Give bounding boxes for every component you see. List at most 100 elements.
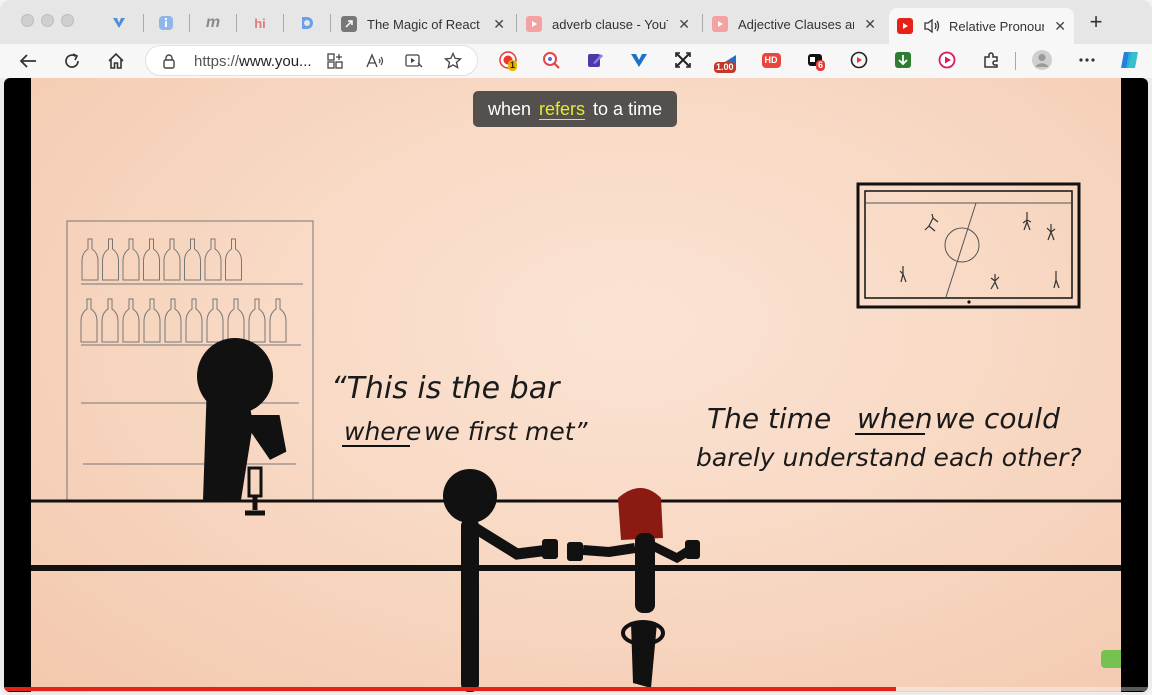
minimize-window-button[interactable] bbox=[41, 14, 54, 27]
bottle bbox=[225, 238, 242, 281]
notifications-extension[interactable]: 6 bbox=[805, 50, 826, 71]
close-tab-icon[interactable]: ✕ bbox=[678, 16, 690, 33]
home-icon bbox=[108, 52, 124, 69]
hd-extension[interactable]: HD bbox=[760, 50, 782, 70]
read-aloud-icon[interactable] bbox=[366, 52, 384, 70]
pen-note-icon bbox=[588, 54, 603, 67]
quote-line-2: we first met” bbox=[424, 417, 589, 446]
extensions-button[interactable] bbox=[981, 50, 1001, 70]
bottle bbox=[227, 298, 245, 343]
crossed-arrows-extension[interactable] bbox=[673, 50, 693, 70]
pinned-tab-v[interactable] bbox=[109, 12, 129, 34]
browser-window: m hi The Magic of React - ✕ adverb claus… bbox=[0, 0, 1152, 695]
bottle bbox=[163, 238, 181, 281]
tab-title: The Magic of React - bbox=[367, 16, 484, 32]
video-capture-extension[interactable] bbox=[849, 50, 869, 70]
screen-recorder-extension[interactable]: 1 bbox=[498, 50, 518, 71]
notes-extension[interactable] bbox=[585, 50, 605, 70]
bottle bbox=[204, 238, 222, 281]
bottle bbox=[143, 238, 160, 281]
hi-icon: hi bbox=[254, 15, 266, 31]
tab-magic-of-react[interactable]: The Magic of React - ✕ bbox=[333, 8, 513, 40]
video-capture-icon bbox=[850, 51, 868, 69]
caption-highlight: refers bbox=[539, 98, 586, 119]
bottle bbox=[80, 298, 98, 343]
bottle bbox=[122, 298, 140, 343]
play-extension[interactable] bbox=[937, 50, 957, 70]
tab-separator bbox=[143, 14, 144, 32]
download-icon bbox=[895, 52, 911, 68]
tab-separator bbox=[236, 14, 237, 32]
tab-adverb-clause[interactable]: adverb clause - YouT ✕ bbox=[518, 8, 698, 40]
close-tab-icon[interactable]: ✕ bbox=[493, 16, 505, 33]
pinned-tab-hi[interactable]: hi bbox=[250, 12, 270, 34]
video-progress-bar[interactable] bbox=[4, 687, 1148, 691]
question-line-1b: we could bbox=[935, 402, 1060, 435]
hd-badge: HD bbox=[761, 52, 781, 68]
url-text[interactable]: https://www.you... bbox=[194, 53, 312, 70]
tab-title: Relative Pronoun bbox=[949, 18, 1045, 34]
watermark-logo bbox=[1101, 650, 1129, 668]
bottle bbox=[185, 298, 203, 343]
reload-icon bbox=[65, 53, 79, 68]
bottle bbox=[184, 238, 201, 281]
close-tab-icon[interactable]: ✕ bbox=[864, 16, 876, 33]
video-speed-extension[interactable]: 1.00 bbox=[714, 50, 740, 73]
ellipsis-icon bbox=[1079, 58, 1095, 62]
close-tab-icon[interactable]: ✕ bbox=[1054, 18, 1066, 35]
zoom-window-button[interactable] bbox=[61, 14, 74, 27]
cartoon-scene: “This is the bar where we first met” The… bbox=[31, 182, 1129, 692]
speed-badge: 1.00 bbox=[714, 62, 736, 73]
arrow-left-icon bbox=[19, 54, 36, 68]
video-player[interactable]: “This is the bar where we first met” The… bbox=[4, 78, 1148, 692]
subtitle-caption: when refers to a time bbox=[473, 91, 678, 127]
home-button[interactable] bbox=[103, 48, 129, 74]
magnifier-icon bbox=[543, 52, 560, 69]
video-frame: “This is the bar where we first met” The… bbox=[31, 78, 1129, 692]
tab-title: Adjective Clauses an bbox=[738, 16, 855, 32]
lock-icon[interactable] bbox=[162, 53, 176, 69]
stick-woman-figure bbox=[567, 488, 700, 688]
bottle bbox=[101, 298, 119, 343]
new-tab-button[interactable]: + bbox=[1083, 10, 1109, 36]
pinned-tab-m[interactable]: m bbox=[203, 12, 223, 34]
reload-button[interactable] bbox=[59, 48, 85, 74]
favorite-star-icon[interactable] bbox=[444, 52, 462, 70]
back-button[interactable] bbox=[15, 48, 41, 74]
tab-separator bbox=[189, 14, 190, 32]
tab-title: adverb clause - YouT bbox=[552, 16, 669, 32]
tab-adjective-clauses[interactable]: Adjective Clauses an ✕ bbox=[704, 8, 884, 40]
external-link-icon bbox=[341, 16, 357, 32]
bottle bbox=[122, 238, 140, 281]
more-menu-button[interactable] bbox=[1077, 50, 1097, 70]
puzzle-icon bbox=[984, 52, 998, 68]
pinned-tab-d[interactable] bbox=[297, 12, 317, 34]
copilot-button[interactable] bbox=[1119, 50, 1141, 70]
vee-extension-icon bbox=[631, 54, 647, 67]
address-bar[interactable]: https://www.you... bbox=[145, 45, 478, 76]
bottles-bottom-row bbox=[80, 298, 287, 343]
bottle bbox=[164, 298, 182, 343]
bottle bbox=[81, 238, 99, 281]
tv-screen bbox=[856, 182, 1081, 309]
search-zoom-extension[interactable] bbox=[541, 50, 561, 70]
speaker-icon[interactable] bbox=[923, 18, 941, 34]
vee-icon bbox=[113, 18, 125, 28]
toolbar-separator bbox=[1015, 52, 1016, 70]
crossed-arrows-icon bbox=[675, 52, 691, 68]
url-scheme: https:// bbox=[194, 53, 240, 70]
vee-extension[interactable] bbox=[629, 50, 649, 70]
pinned-tab-i[interactable] bbox=[156, 12, 176, 34]
app-available-icon[interactable] bbox=[326, 52, 344, 70]
tab-separator bbox=[516, 14, 517, 32]
question-line-2: barely understand each other? bbox=[696, 443, 1082, 472]
bottle bbox=[206, 298, 224, 343]
tab-relative-pronoun[interactable]: Relative Pronoun ✕ bbox=[889, 8, 1074, 44]
close-window-button[interactable] bbox=[21, 14, 34, 27]
bartender-figure bbox=[197, 338, 287, 516]
tab-strip: m hi The Magic of React - ✕ adverb claus… bbox=[0, 0, 1152, 44]
profile-button[interactable] bbox=[1031, 50, 1053, 70]
tab-separator bbox=[702, 14, 703, 32]
downloader-extension[interactable] bbox=[893, 50, 913, 70]
immersive-reader-icon[interactable] bbox=[405, 52, 423, 70]
